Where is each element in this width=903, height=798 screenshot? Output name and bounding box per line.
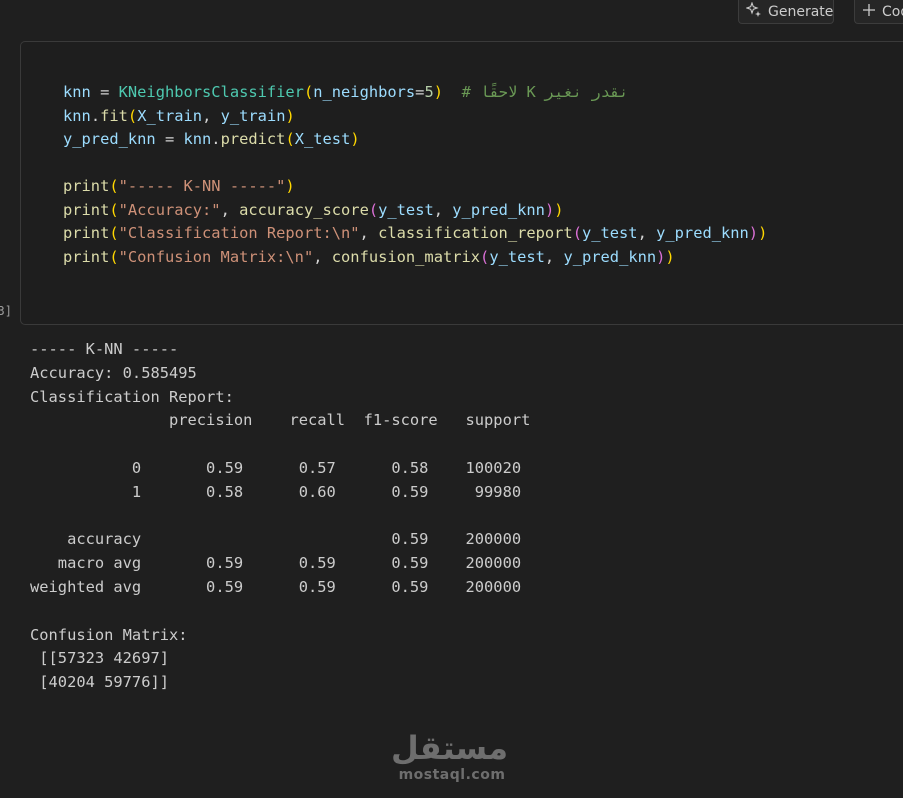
execution-count: [3] <box>0 304 12 318</box>
output-line: Accuracy: 0.585495 <box>30 363 197 382</box>
add-code-cell-button[interactable]: Code <box>854 0 903 24</box>
output-line: Confusion Matrix: <box>30 625 188 644</box>
output-line: weighted avg 0.59 0.59 0.59 200000 <box>30 577 522 596</box>
output-line: macro avg 0.59 0.59 0.59 200000 <box>30 554 522 573</box>
sparkle-icon <box>745 0 762 22</box>
code-line: print("Confusion Matrix:\n", confusion_m… <box>63 247 675 266</box>
output-line: 1 0.58 0.60 0.59 99980 <box>30 482 522 501</box>
output-line: [40204 59776]] <box>30 673 169 692</box>
output-line: 0 0.59 0.57 0.58 100020 <box>30 458 522 477</box>
output-line: precision recall f1-score support <box>30 411 531 430</box>
watermark-arabic: مستقل <box>390 729 508 767</box>
code-line: knn.fit(X_train, y_train) <box>63 106 295 125</box>
output-line: ----- K-NN ----- <box>30 340 179 358</box>
code-line: print("----- K-NN -----") <box>63 177 295 195</box>
code-line: knn = KNeighborsClassifier(n_neighbors=5… <box>63 83 629 101</box>
code-label: Code <box>882 3 903 20</box>
cell-output: ----- K-NN ----- Accuracy: 0.585495 Clas… <box>30 338 530 695</box>
generate-label: Generate <box>768 3 834 20</box>
output-line: [[57323 42697] <box>30 649 169 668</box>
watermark-latin: mostaql.com <box>398 767 506 783</box>
generate-button[interactable]: Generate <box>738 0 834 24</box>
output-line: Classification Report: <box>30 387 234 406</box>
code-line: y_pred_knn = knn.predict(X_test) <box>63 130 360 148</box>
output-line: accuracy 0.59 200000 <box>30 530 522 549</box>
mostaql-watermark: مستقل mostaql.com <box>390 728 508 783</box>
code-line: print("Accuracy:", accuracy_score(y_test… <box>63 200 564 219</box>
code-line: print("Classification Report:\n", classi… <box>63 224 768 242</box>
plus-icon <box>862 3 876 21</box>
code-editor[interactable]: knn = KNeighborsClassifier(n_neighbors=5… <box>63 81 767 269</box>
